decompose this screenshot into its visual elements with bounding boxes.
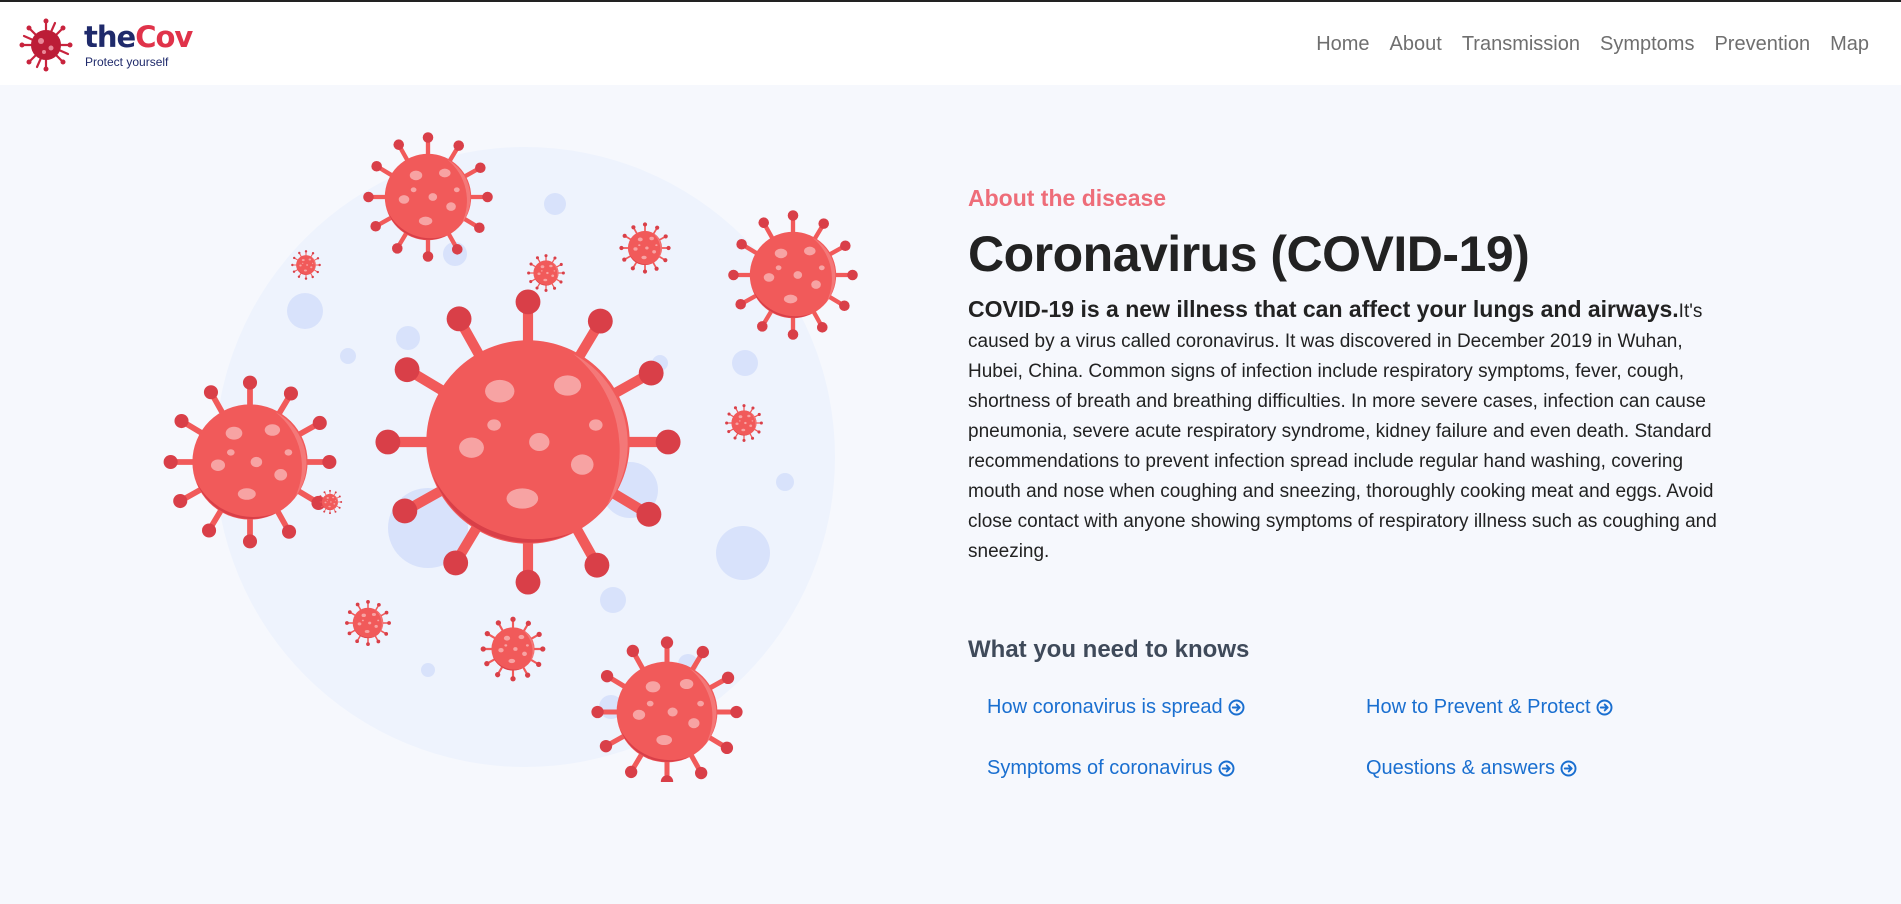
- brand-name-cov: Cov: [135, 20, 193, 54]
- link-prevent-protect-label: How to Prevent & Protect: [1366, 696, 1591, 718]
- arrow-circle-right-icon: [1228, 699, 1245, 715]
- description-body: It's caused by a virus called coronaviru…: [968, 301, 1717, 562]
- section-eyebrow: About the disease: [968, 185, 1167, 211]
- link-how-spread-label: How coronavirus is spread: [987, 696, 1223, 718]
- virus-illustration: [160, 132, 870, 782]
- link-how-spread[interactable]: How coronavirus is spread: [987, 693, 1366, 721]
- brand-name-the: the: [84, 20, 136, 54]
- nav-home[interactable]: Home: [1316, 33, 1369, 55]
- navbar: theCov Protect yourself Home About Trans…: [0, 2, 1901, 85]
- disease-description: COVID-19 is a new illness that can affec…: [968, 294, 1738, 567]
- link-questions-answers-label: Questions & answers: [1366, 757, 1555, 779]
- page-title: Coronavirus (COVID-19): [968, 226, 1530, 282]
- nav-map[interactable]: Map: [1830, 33, 1869, 55]
- virus-illustration-art: [160, 132, 870, 782]
- nav-transmission[interactable]: Transmission: [1462, 33, 1580, 55]
- know-links: How coronavirus is spread How to Prevent…: [987, 693, 1738, 782]
- description-lead: COVID-19 is a new illness that can affec…: [968, 296, 1679, 322]
- main-nav: Home About Transmission Symptoms Prevent…: [1316, 33, 1869, 55]
- link-symptoms-label: Symptoms of coronavirus: [987, 757, 1213, 779]
- brand-name: theCov: [84, 20, 193, 54]
- link-symptoms[interactable]: Symptoms of coronavirus: [987, 754, 1366, 782]
- virus-logo-icon: [19, 18, 73, 72]
- nav-prevention[interactable]: Prevention: [1714, 33, 1810, 55]
- know-section-title: What you need to knows: [968, 636, 1250, 663]
- about-section: About the disease Coronavirus (COVID-19)…: [968, 184, 1738, 782]
- nav-about[interactable]: About: [1390, 33, 1442, 55]
- brand-tagline: Protect yourself: [85, 55, 169, 69]
- link-questions-answers[interactable]: Questions & answers: [1366, 754, 1666, 782]
- nav-symptoms[interactable]: Symptoms: [1600, 33, 1694, 55]
- arrow-circle-right-icon: [1218, 760, 1235, 776]
- brand-logo[interactable]: theCov Protect yourself: [18, 16, 218, 72]
- arrow-circle-right-icon: [1560, 760, 1577, 776]
- arrow-circle-right-icon: [1596, 699, 1613, 715]
- link-prevent-protect[interactable]: How to Prevent & Protect: [1366, 693, 1666, 721]
